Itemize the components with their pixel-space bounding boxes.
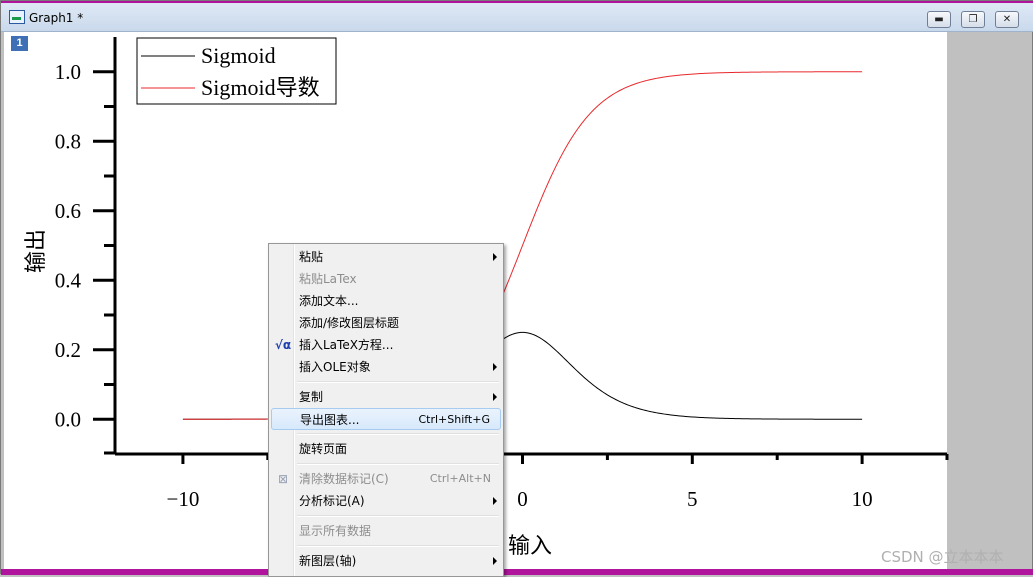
menu-item-label: 旋转页面 — [299, 442, 348, 456]
menu-item-label: 显示所有数据 — [299, 524, 372, 538]
menu-item-5[interactable]: 插入OLE对象 — [271, 356, 501, 378]
legend[interactable]: Sigmoid Sigmoid导数 — [136, 37, 337, 105]
plot-area[interactable]: 0.00.20.40.60.81.0−10−50510 Sigmoid Sigm… — [1, 1, 1033, 575]
watermark-text: CSDN @立本本本 — [881, 548, 1004, 566]
menu-item-label: 粘贴 — [299, 250, 324, 264]
menu-item-10[interactable]: 分析标记(A) — [271, 490, 501, 512]
menu-item-0[interactable]: 粘贴 — [271, 246, 501, 268]
menu-item-8[interactable]: 旋转页面 — [271, 438, 501, 460]
y-tick-label: 0.6 — [55, 199, 81, 223]
window-bottom-accent — [1, 569, 1033, 575]
legend-label-sigmoid: Sigmoid — [201, 43, 276, 68]
menu-item-1: 粘贴LaTex — [271, 268, 501, 290]
context-menu: 粘贴粘贴LaTex 添加文本... 添加/修改图层标题 √α 插入LaTeX方程... 插… — [268, 243, 504, 577]
submenu-arrow-icon — [493, 253, 497, 261]
x-tick-label: 0 — [517, 487, 528, 511]
y-tick-label: 1.0 — [55, 60, 81, 84]
x-tick-label: −10 — [166, 487, 199, 511]
clear-markers-icon: ⊠ — [277, 472, 289, 486]
submenu-arrow-icon — [493, 497, 497, 505]
menu-item-label: 插入OLE对象 — [299, 360, 371, 374]
menu-separator — [297, 381, 499, 383]
menu-item-7[interactable]: 导出图表... Ctrl+Shift+G — [271, 408, 501, 430]
x-tick-label: 10 — [852, 487, 873, 511]
menu-item-3[interactable]: 添加/修改图层标题 — [271, 312, 501, 334]
y-axis-title[interactable]: 输出 — [23, 229, 48, 273]
x-axis-title[interactable]: 输入 — [508, 533, 552, 558]
graph-window: Graph1 * ▬ ❐ ✕ 1 0.00.20.40.60.81.0−10−5… — [0, 0, 1033, 577]
menu-item-11: 显示所有数据 — [271, 520, 501, 542]
menu-item-label: 新图层(轴) — [299, 554, 357, 568]
menu-item-shortcut: Ctrl+Alt+N — [429, 472, 491, 485]
menu-item-4[interactable]: √α 插入LaTeX方程... — [271, 334, 501, 356]
menu-item-label: 插入LaTeX方程... — [299, 338, 394, 352]
menu-item-label: 分析标记(A) — [299, 494, 365, 508]
menu-separator — [297, 463, 499, 465]
y-tick-label: 0.2 — [55, 338, 81, 362]
legend-label-derivative: Sigmoid导数 — [201, 75, 320, 100]
x-tick-label: 5 — [687, 487, 698, 511]
menu-separator — [297, 515, 499, 517]
menu-separator — [297, 545, 499, 547]
submenu-arrow-icon — [493, 393, 497, 401]
menu-item-9: ⊠ 清除数据标记(C) Ctrl+Alt+N — [271, 468, 501, 490]
y-tick-label: 0.8 — [55, 129, 81, 153]
menu-separator — [297, 433, 499, 435]
menu-item-label: 导出图表... — [300, 413, 360, 427]
menu-item-shortcut: Ctrl+Shift+G — [418, 413, 490, 426]
submenu-arrow-icon — [493, 557, 497, 565]
menu-item-label: 复制 — [299, 390, 324, 404]
menu-item-label: 添加文本... — [299, 294, 359, 308]
latex-equation-icon: √α — [274, 338, 292, 352]
menu-item-2[interactable]: 添加文本... — [271, 290, 501, 312]
y-tick-label: 0.0 — [55, 407, 81, 431]
menu-item-label: 清除数据标记(C) — [299, 472, 389, 486]
menu-item-label: 添加/修改图层标题 — [299, 316, 400, 330]
submenu-arrow-icon — [493, 363, 497, 371]
menu-item-label: 粘贴LaTex — [299, 272, 357, 286]
y-tick-label: 0.4 — [55, 268, 82, 292]
menu-item-12[interactable]: 新图层(轴) — [271, 550, 501, 572]
menu-item-6[interactable]: 复制 — [271, 386, 501, 408]
